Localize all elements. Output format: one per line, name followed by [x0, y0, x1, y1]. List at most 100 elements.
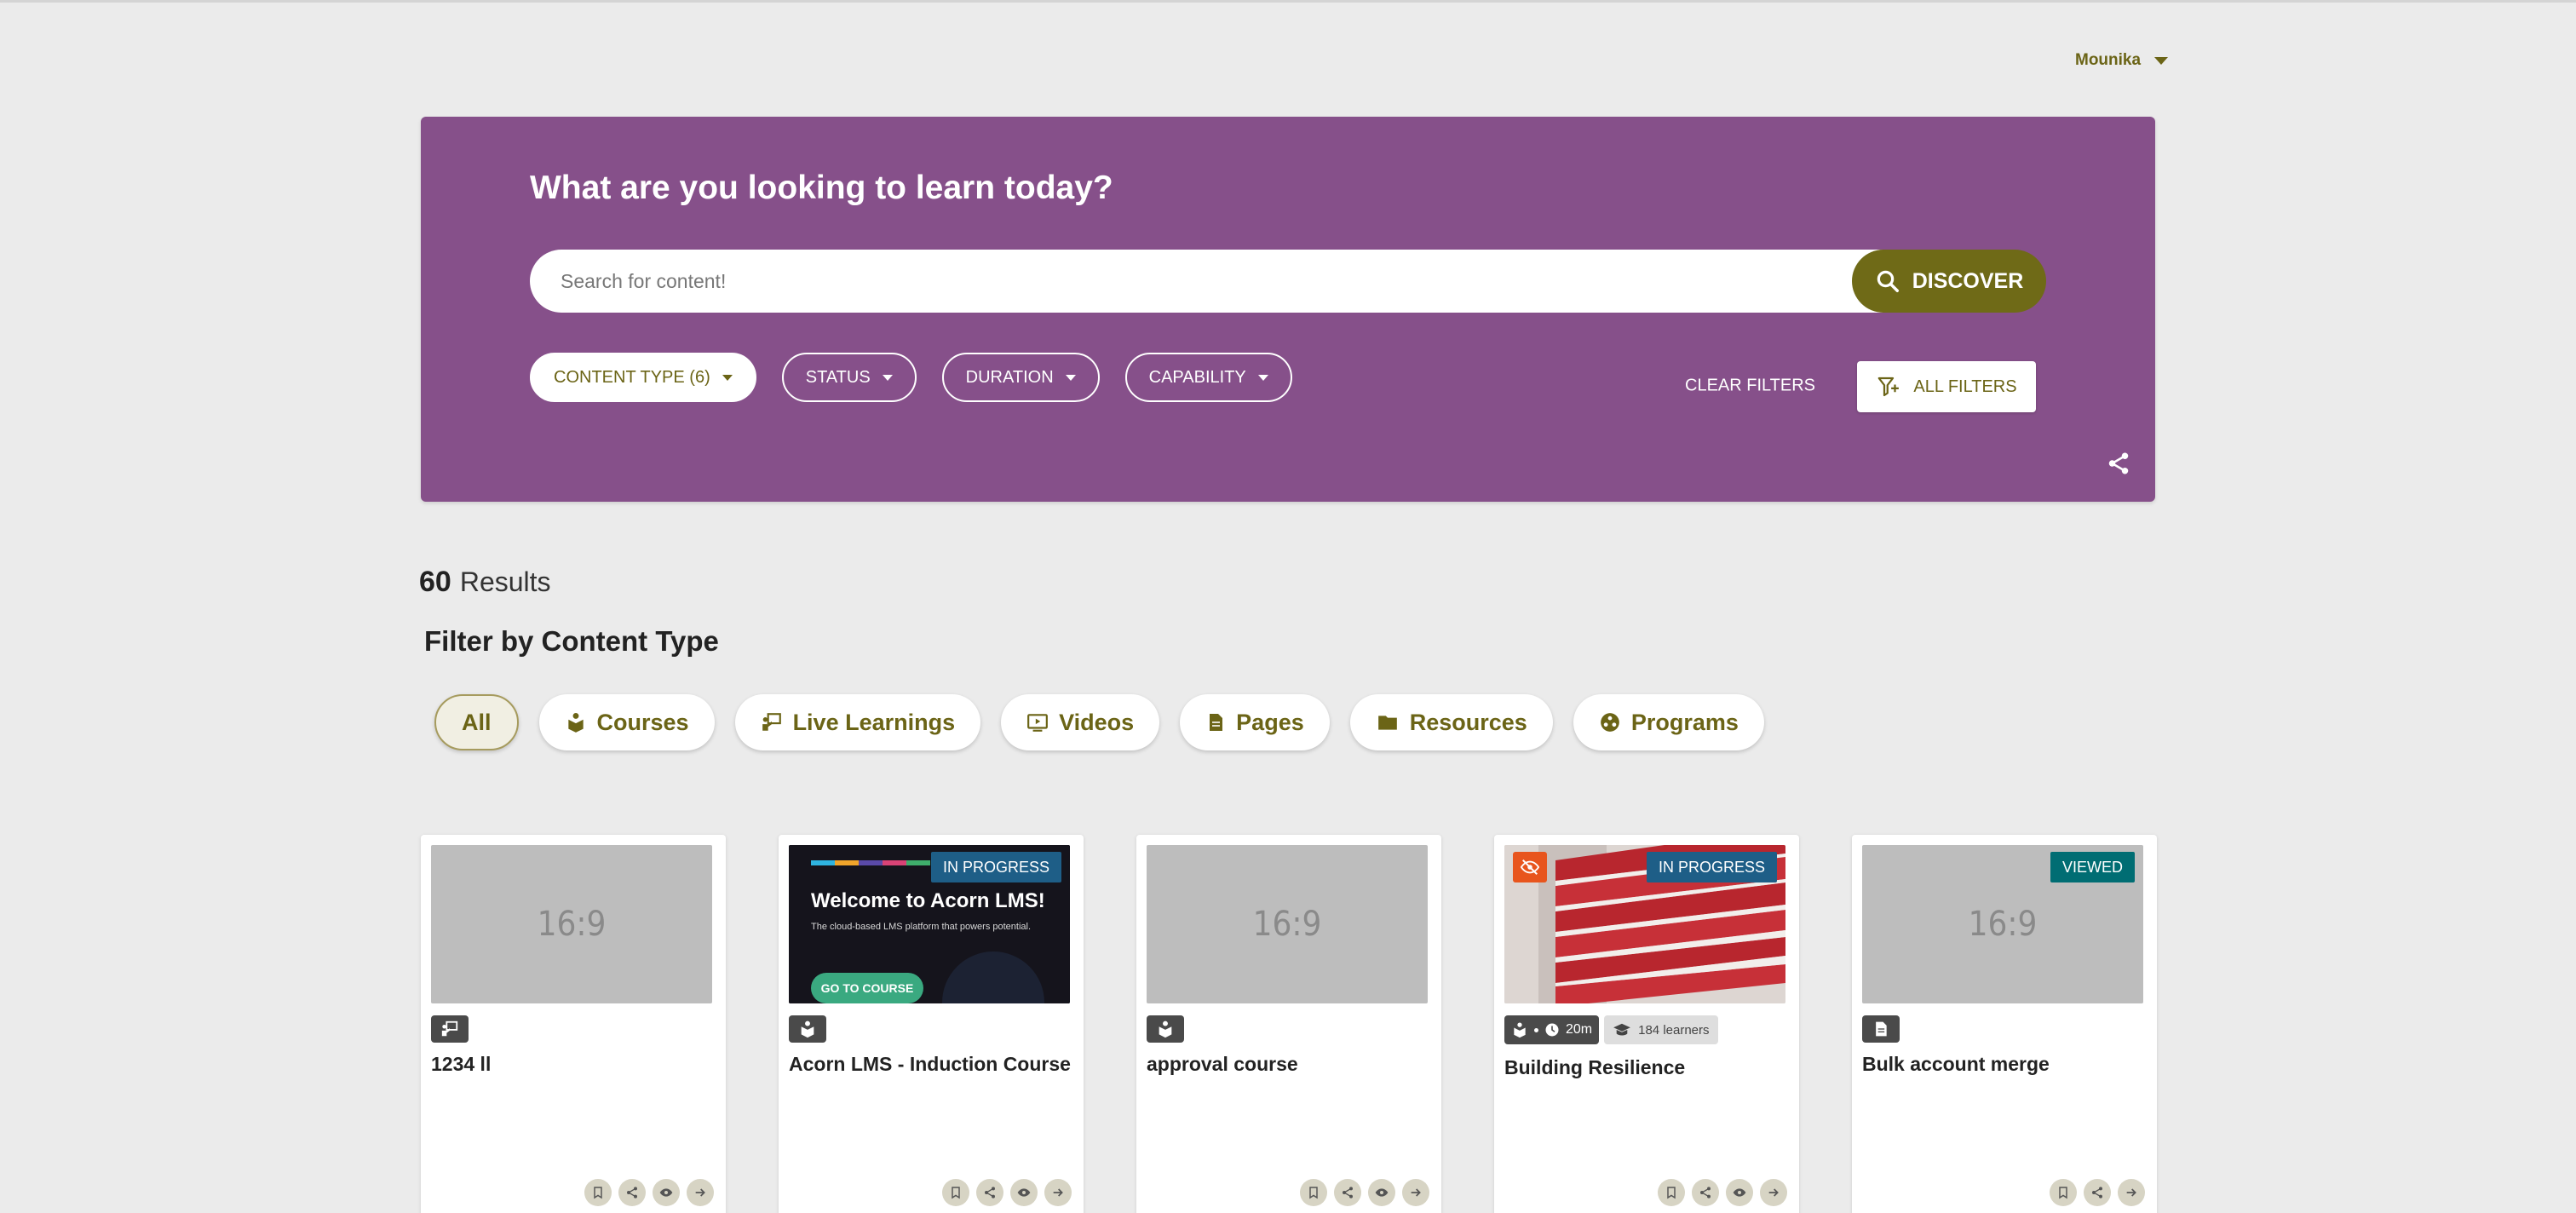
eye-off-icon — [1513, 852, 1547, 882]
bookmark-icon[interactable] — [1658, 1179, 1685, 1206]
eye-icon[interactable] — [1368, 1179, 1395, 1206]
card-actions — [584, 1179, 714, 1206]
search-input[interactable] — [561, 250, 1830, 313]
learners-text: 184 learners — [1638, 1022, 1710, 1038]
share-icon[interactable] — [2084, 1179, 2111, 1206]
content-type-label: All — [462, 709, 492, 735]
share-icon[interactable] — [2106, 451, 2131, 476]
folder-icon — [1376, 711, 1400, 733]
content-type-filter[interactable]: CONTENT TYPE (6) — [530, 353, 756, 402]
card-thumbnail: 16:9 — [431, 845, 712, 1003]
content-type-label: Live Learnings — [792, 709, 956, 735]
video-icon — [1026, 711, 1049, 733]
card-actions — [1658, 1179, 1787, 1206]
capability-filter[interactable]: CAPABILITY — [1124, 353, 1292, 402]
course-icon — [565, 711, 587, 733]
content-card[interactable]: Welcome to Acorn LMS! The cloud-based LM… — [779, 835, 1084, 1213]
eye-icon[interactable] — [1726, 1179, 1753, 1206]
filter-add-icon — [1876, 374, 1901, 400]
arrow-right-icon[interactable] — [1402, 1179, 1429, 1206]
arrow-right-icon[interactable] — [1760, 1179, 1787, 1206]
eye-icon[interactable] — [653, 1179, 680, 1206]
status-filter[interactable]: STATUS — [781, 353, 917, 402]
card-actions — [942, 1179, 1072, 1206]
graduation-cap-icon — [1613, 1022, 1631, 1038]
bookmark-icon[interactable] — [2050, 1179, 2077, 1206]
search-bar — [530, 250, 1975, 313]
duration-text: 20m — [1566, 1022, 1593, 1037]
status-badge: VIEWED — [2050, 852, 2135, 882]
chevron-down-icon — [1257, 374, 1268, 381]
bookmark-icon[interactable] — [1300, 1179, 1327, 1206]
results-count: 60 Results — [419, 566, 551, 599]
thumbnail-placeholder: 16:9 — [1252, 905, 1322, 944]
discover-button[interactable]: DISCOVER — [1852, 250, 2046, 313]
card-thumbnail: 16:9 — [1147, 845, 1428, 1003]
course-icon — [1147, 1015, 1184, 1043]
card-title[interactable]: 1234 ll — [431, 1053, 716, 1076]
all-filters-label: ALL FILTERS — [1913, 377, 2017, 396]
content-type-filter-label: CONTENT TYPE (6) — [554, 367, 710, 387]
arrow-right-icon[interactable] — [1044, 1179, 1072, 1206]
program-icon — [1599, 711, 1621, 733]
course-icon — [789, 1015, 826, 1043]
all-filters-button[interactable]: ALL FILTERS — [1857, 361, 2036, 412]
live-learning-icon — [431, 1015, 469, 1043]
user-menu[interactable]: Mounika — [2075, 48, 2169, 73]
status-badge: IN PROGRESS — [1646, 852, 1777, 882]
card-actions — [1300, 1179, 1429, 1206]
status-filter-label: STATUS — [805, 367, 871, 387]
live-learning-icon — [761, 711, 783, 733]
top-border — [0, 0, 2576, 3]
content-card[interactable]: IN PROGRESS 20m 184 learners Building Re… — [1494, 835, 1799, 1213]
content-type-live-learnings[interactable]: Live Learnings — [734, 694, 981, 750]
content-type-label: Videos — [1059, 709, 1135, 735]
content-type-all[interactable]: All — [434, 694, 519, 750]
discover-label: DISCOVER — [1912, 268, 2024, 293]
chevron-down-icon — [882, 374, 893, 381]
content-card[interactable]: 16:9 1234 ll — [421, 835, 726, 1213]
separator-dot — [1534, 1027, 1538, 1032]
content-type-courses[interactable]: Courses — [538, 694, 715, 750]
bookmark-icon[interactable] — [942, 1179, 969, 1206]
card-title[interactable]: Building Resilience — [1504, 1056, 1789, 1079]
chevron-down-icon — [2154, 56, 2169, 65]
content-card[interactable]: 16:9 approval course — [1136, 835, 1441, 1213]
thumbnail-subheading: The cloud-based LMS platform that powers… — [811, 922, 1032, 932]
card-thumbnail: Welcome to Acorn LMS! The cloud-based LM… — [789, 845, 1070, 1003]
eye-icon[interactable] — [1010, 1179, 1038, 1206]
content-type-programs[interactable]: Programs — [1573, 694, 1764, 750]
arrow-right-icon[interactable] — [687, 1179, 714, 1206]
chevron-down-icon — [722, 374, 733, 381]
page-icon — [1205, 711, 1226, 733]
status-badge: IN PROGRESS — [930, 852, 1061, 882]
content-type-label: Resources — [1409, 709, 1527, 735]
duration-filter[interactable]: DURATION — [941, 353, 1100, 402]
card-title[interactable]: Acorn LMS - Induction Course — [789, 1053, 1073, 1076]
share-icon[interactable] — [618, 1179, 646, 1206]
share-icon[interactable] — [1334, 1179, 1361, 1206]
share-icon[interactable] — [1692, 1179, 1719, 1206]
results-number: 60 — [419, 566, 451, 598]
content-type-label: Courses — [596, 709, 689, 735]
content-card[interactable]: 16:9 VIEWED Bulk account merge — [1852, 835, 2157, 1213]
content-type-videos[interactable]: Videos — [1001, 694, 1160, 750]
share-icon[interactable] — [976, 1179, 1003, 1206]
clear-filters-button[interactable]: CLEAR FILTERS — [1685, 377, 1815, 396]
card-thumbnail: 16:9 VIEWED — [1862, 845, 2143, 1003]
filter-by-content-type-title: Filter by Content Type — [424, 625, 719, 657]
course-meta: 20m — [1504, 1015, 1600, 1044]
bookmark-icon[interactable] — [584, 1179, 612, 1206]
arrow-right-icon[interactable] — [2118, 1179, 2145, 1206]
card-title[interactable]: approval course — [1147, 1053, 1431, 1076]
thumbnail-cta: GO TO COURSE — [820, 981, 914, 995]
filter-dropdowns: CONTENT TYPE (6) STATUS DURATION CAPABIL… — [530, 353, 1292, 402]
content-type-resources[interactable]: Resources — [1349, 694, 1553, 750]
content-type-pages[interactable]: Pages — [1180, 694, 1330, 750]
card-thumbnail: IN PROGRESS — [1504, 845, 1785, 1003]
duration-filter-label: DURATION — [965, 367, 1054, 387]
card-title[interactable]: Bulk account merge — [1862, 1053, 2147, 1076]
thumbnail-placeholder: 16:9 — [537, 905, 607, 944]
clock-icon — [1544, 1022, 1560, 1038]
card-actions — [2050, 1179, 2145, 1206]
